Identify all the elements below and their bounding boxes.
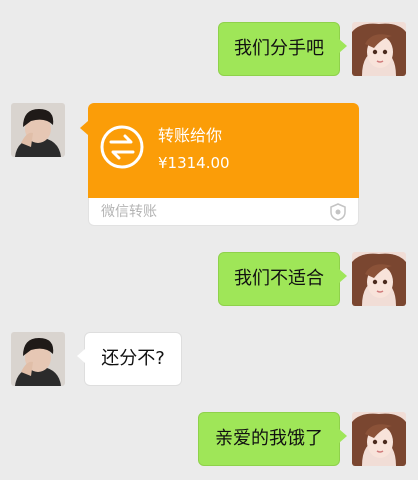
boy-avatar-image [11,103,65,157]
avatar-boy[interactable] [11,103,65,157]
avatar-boy[interactable] [11,332,65,386]
message-text: 还分不? [101,348,165,369]
message-bubble-sent[interactable]: 亲爱的我饿了 [198,412,347,466]
girl-avatar-image [352,252,406,306]
girl-avatar-image [352,412,406,466]
message-text: 我们不适合 [234,268,324,289]
transfer-amount: ¥1314.00 [158,154,230,172]
transfer-arrows-icon [100,125,144,169]
boy-avatar-image [11,332,65,386]
transfer-title: 转账给你 [158,126,223,145]
avatar-girl[interactable] [352,412,406,466]
transfer-footer-label: 微信转账 [101,204,157,220]
avatar-girl[interactable] [352,252,406,306]
message-bubble-received[interactable]: 还分不? [77,332,182,386]
transfer-card-footer: 微信转账 [88,198,359,226]
wechat-pay-shield-icon [330,203,346,221]
transfer-card[interactable]: 转账给你 ¥1314.00 微信转账 [80,103,359,226]
girl-avatar-image [352,22,406,76]
message-bubble-sent[interactable]: 我们不适合 [218,252,347,306]
message-bubble-sent[interactable]: 我们分手吧 [218,22,347,76]
message-text: 我们分手吧 [234,38,324,59]
transfer-card-top: 转账给你 ¥1314.00 [80,103,359,198]
message-text: 亲爱的我饿了 [215,428,323,449]
avatar-girl[interactable] [352,22,406,76]
